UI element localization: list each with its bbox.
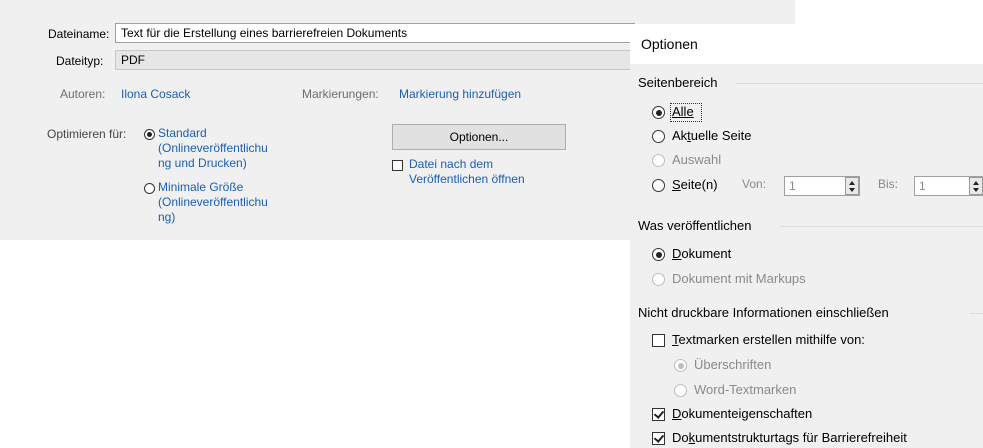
filetype-select[interactable]: PDF (115, 50, 635, 70)
bookmarks-word-radio (674, 384, 687, 397)
non-printing-group-title: Nicht druckbare Informationen einschließ… (638, 305, 889, 320)
bookmarks-headings-radio (674, 359, 687, 372)
page-range-all-label[interactable]: Alle (672, 104, 694, 119)
group-divider (736, 83, 983, 84)
options-button[interactable]: Optionen... (392, 124, 566, 150)
page-range-all-radio[interactable] (652, 106, 665, 119)
optimize-minimal-label[interactable]: Minimale Größe (Onlineveröffentlichu ng) (158, 180, 268, 225)
to-page-spin-icon[interactable] (969, 177, 983, 195)
add-tag-link[interactable]: Markierung hinzufügen (399, 87, 521, 101)
document-properties-checkbox[interactable] (652, 408, 665, 421)
optimize-standard-radio[interactable] (144, 129, 155, 140)
page-range-pages-label[interactable]: Seite(n) (672, 177, 718, 192)
page-range-selection-label: Auswahl (672, 152, 722, 167)
dialog-title: Optionen (641, 36, 698, 52)
optimize-standard-label[interactable]: Standard (Onlineveröffentlichu ng und Dr… (158, 126, 268, 171)
structure-tags-label[interactable]: Dokumentstrukturtags für Barrierefreihei… (672, 430, 907, 445)
optimize-label: Optimieren für: (47, 127, 127, 141)
group-divider (970, 313, 983, 314)
from-page-spin-icon[interactable] (845, 177, 859, 195)
publish-with-markups-label: Dokument mit Markups (672, 271, 806, 286)
authors-label: Autoren: (60, 87, 106, 101)
page-range-selection-radio (652, 154, 665, 167)
tags-label: Markierungen: (302, 87, 379, 101)
create-bookmarks-checkbox[interactable] (652, 334, 665, 347)
group-divider (780, 226, 983, 227)
publish-what-group-title: Was veröffentlichen (638, 218, 752, 233)
bookmarks-word-label: Word-Textmarken (694, 382, 797, 397)
dialog-titlebar: Optionen (630, 24, 983, 64)
publish-document-label[interactable]: Dokument (672, 246, 731, 261)
publish-with-markups-radio (652, 273, 665, 286)
optimize-minimal-radio[interactable] (144, 183, 155, 194)
authors-link[interactable]: Ilona Cosack (121, 87, 190, 101)
open-after-publish-label[interactable]: Datei nach dem Veröffentlichen öffnen (409, 157, 525, 187)
page-range-current-radio[interactable] (652, 130, 665, 143)
publish-document-radio[interactable] (652, 248, 665, 261)
filetype-label: Dateityp: (56, 54, 104, 68)
page-range-pages-radio[interactable] (652, 179, 665, 192)
create-bookmarks-label[interactable]: Textmarken erstellen mithilfe von: (672, 332, 865, 347)
document-properties-label[interactable]: Dokumenteigenschaften (672, 406, 812, 421)
filename-label: Dateiname: (48, 27, 110, 41)
page-range-current-label[interactable]: Aktuelle Seite (672, 128, 752, 143)
page-range-group-title: Seitenbereich (638, 75, 718, 90)
open-after-publish-checkbox[interactable] (392, 160, 403, 171)
from-label: Von: (742, 177, 767, 191)
bookmarks-headings-label: Überschriften (694, 357, 772, 372)
to-label: Bis: (878, 177, 899, 191)
structure-tags-checkbox[interactable] (652, 432, 665, 445)
filename-input[interactable]: Text für die Erstellung eines barrierefr… (115, 23, 635, 43)
options-dialog: Optionen Seitenbereich Alle Aktuelle Sei… (630, 24, 983, 448)
